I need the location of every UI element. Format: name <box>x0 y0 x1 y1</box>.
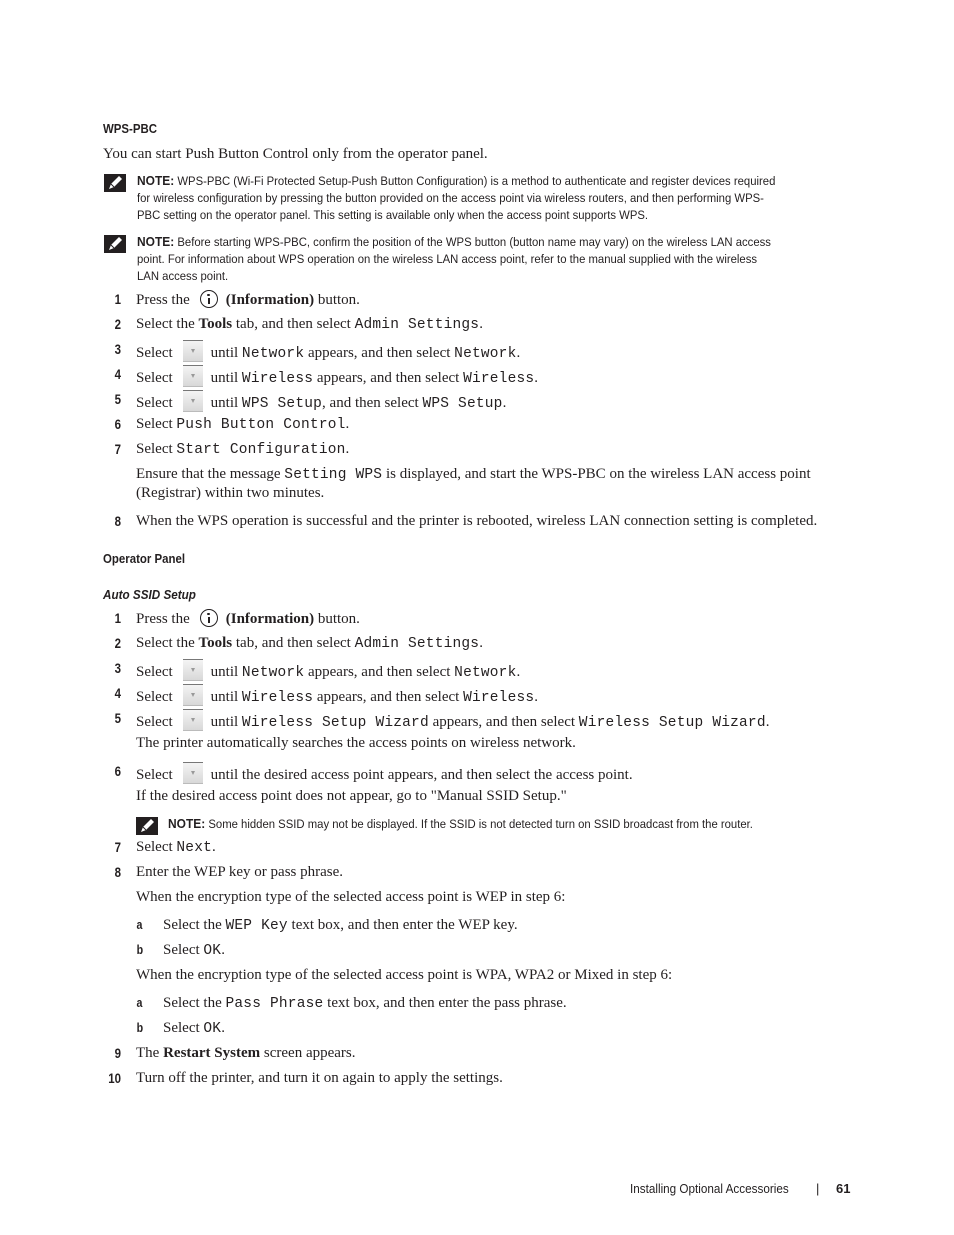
step-number: 9 <box>114 1046 121 1061</box>
note-text-line: WPS-PBC (Wi-Fi Protected Setup-Push Butt… <box>177 174 776 188</box>
step-3: Select until Network appears, and then se… <box>136 340 520 364</box>
step-4: Select until Wireless appears, and then s… <box>136 684 538 708</box>
note-label: NOTE: <box>137 173 175 188</box>
step-number: 4 <box>114 686 121 701</box>
step-number: 6 <box>114 417 121 432</box>
step-5: Select until WPS Setup, and then select W… <box>136 390 506 414</box>
substep-wpa-a: Select the Pass Phrase text box, and the… <box>163 995 567 1012</box>
substep-letter: a <box>136 918 143 932</box>
information-icon <box>199 609 218 627</box>
down-arrow-button-icon <box>182 365 203 387</box>
note-text-line: for wireless configuration by pressing t… <box>137 191 764 205</box>
substep-letter: a <box>136 996 143 1010</box>
wep-intro: When the encryption type of the selected… <box>136 889 566 905</box>
step-1: Press the (Information) button. <box>136 290 360 310</box>
note-text-line: LAN access point. <box>137 269 229 283</box>
step-7-detail: Ensure that the message Setting WPS is d… <box>136 466 811 483</box>
down-arrow-button-icon <box>182 390 203 412</box>
step-number: 2 <box>114 636 121 651</box>
information-icon <box>199 290 218 308</box>
step-number: 8 <box>114 514 121 529</box>
intro-paragraph: You can start Push Button Control only f… <box>103 146 488 162</box>
down-arrow-button-icon <box>182 762 203 784</box>
restart-system-label: Restart System <box>163 1045 261 1061</box>
note-pencil-icon <box>136 817 158 835</box>
substep-letter: b <box>136 943 144 957</box>
step-bold: (Information) <box>225 292 315 308</box>
footer-separator: | <box>816 1181 820 1196</box>
down-arrow-button-icon <box>182 340 203 362</box>
wpa-intro: When the encryption type of the selected… <box>136 967 673 983</box>
note-label: NOTE: <box>137 234 175 249</box>
step-7-detail-line2: (Registrar) within two minutes. <box>136 485 325 501</box>
note-text-line: PBC setting on the operator panel. This … <box>137 208 649 222</box>
step-1: Press the (Information) button. <box>136 609 360 627</box>
footer-chapter-title: Installing Optional Accessories <box>630 1181 789 1196</box>
page-number: 61 <box>836 1181 851 1196</box>
substep-wpa-b: Select OK. <box>163 1020 225 1037</box>
step-9: The Restart System screen appears. <box>136 1045 356 1061</box>
step-text: button. <box>317 292 360 308</box>
step-7: Select Start Configuration. <box>136 441 350 458</box>
step-text: Press the <box>136 292 190 308</box>
step-number: 3 <box>114 661 121 676</box>
step-6: Select until the desired access point app… <box>136 762 633 785</box>
tools-tab-label: Tools <box>198 316 233 332</box>
subheading-auto-ssid-setup: Auto SSID Setup <box>103 587 196 602</box>
down-arrow-button-icon <box>182 709 203 731</box>
section-heading-operator-panel: Operator Panel <box>103 551 186 566</box>
step-number: 7 <box>114 840 121 855</box>
down-arrow-button-icon <box>182 684 203 706</box>
note-pencil-icon <box>104 235 126 253</box>
step-7: Select Next. <box>136 839 216 856</box>
step-number: 2 <box>114 317 121 332</box>
step-number: 5 <box>114 392 121 407</box>
step-6-detail: If the desired access point does not app… <box>136 788 567 804</box>
step-number: 4 <box>114 367 121 382</box>
step-number: 5 <box>114 711 121 726</box>
step-number: 6 <box>114 764 121 779</box>
step-8: When the WPS operation is successful and… <box>136 513 818 529</box>
step-5: Select until Wireless Setup Wizard appear… <box>136 709 769 733</box>
section-heading-wps-pbc: WPS-PBC <box>103 121 158 136</box>
step-number: 8 <box>114 865 121 880</box>
step-number: 10 <box>108 1071 121 1086</box>
step-3: Select until Network appears, and then se… <box>136 659 520 683</box>
note-label: NOTE: <box>168 816 206 831</box>
down-arrow-button-icon <box>182 659 203 681</box>
step-2: Select the Tools tab, and then select Ad… <box>136 635 483 652</box>
substep-wep-b: Select OK. <box>163 942 225 959</box>
note-pencil-icon <box>104 174 126 192</box>
step-number: 7 <box>114 442 121 457</box>
step-number: 3 <box>114 342 121 357</box>
note-text: Some hidden SSID may not be displayed. I… <box>208 817 753 831</box>
step-number: 1 <box>114 611 121 626</box>
step-8: Enter the WEP key or pass phrase. <box>136 864 344 880</box>
step-10: Turn off the printer, and turn it on aga… <box>136 1070 503 1086</box>
menu-item-admin-settings: Admin Settings <box>354 317 480 333</box>
step-number: 1 <box>114 292 121 307</box>
note-text-line: Before starting WPS-PBC, confirm the pos… <box>177 235 771 249</box>
step-4: Select until Wireless appears, and then s… <box>136 365 538 389</box>
substep-letter: b <box>136 1021 144 1035</box>
step-5-detail: The printer automatically searches the a… <box>136 735 576 751</box>
step-6: Select Push Button Control. <box>136 416 350 433</box>
step-2: Select the Tools tab, and then select Ad… <box>136 316 483 333</box>
substep-wep-a: Select the WEP Key text box, and then en… <box>163 917 518 934</box>
note-text-line: point. For information about WPS operati… <box>137 252 758 266</box>
